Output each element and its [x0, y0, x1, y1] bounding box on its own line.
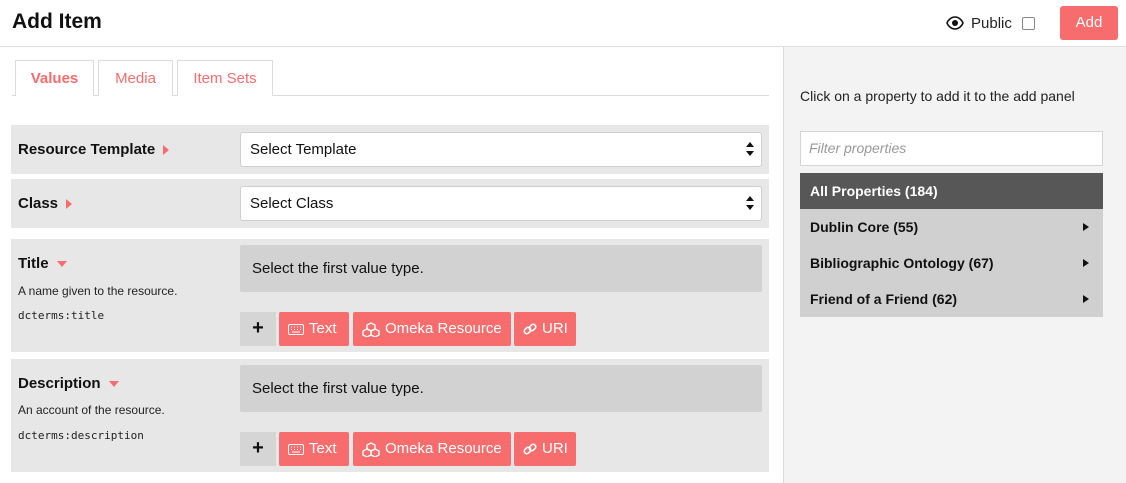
tab-item-sets[interactable]: Item Sets	[177, 60, 273, 96]
resource-template-label: Resource Template	[18, 141, 170, 158]
cubes-icon	[362, 441, 380, 457]
public-toggle[interactable]: Public	[946, 13, 1035, 33]
property-selector-sidebar: Click on a property to add it to the add…	[783, 47, 1126, 483]
section-tabs: Values Media Item Sets	[12, 60, 769, 96]
add-button[interactable]: Add	[1060, 6, 1118, 40]
property-term: dcterms:title	[18, 309, 105, 322]
property-label: Title	[18, 255, 67, 272]
uri-value-button[interactable]: URI	[514, 432, 576, 466]
property-description: A name given to the resource.	[18, 284, 178, 298]
public-label: Public	[971, 14, 1012, 32]
cubes-icon	[362, 321, 380, 337]
class-row: Class Select Class	[11, 179, 769, 228]
caret-right-icon	[1083, 295, 1089, 303]
resource-template-row: Resource Template Select Template	[11, 125, 769, 174]
property-description: An account of the resource.	[18, 403, 165, 417]
property-label: Description	[18, 375, 119, 392]
tab-media[interactable]: Media	[98, 60, 173, 96]
vocab-item-dublin-core[interactable]: Dublin Core (55)	[800, 209, 1103, 245]
property-term: dcterms:description	[18, 429, 144, 442]
public-checkbox[interactable]	[1021, 16, 1035, 30]
tab-values[interactable]: Values	[15, 60, 94, 96]
caret-down-icon[interactable]	[108, 381, 119, 388]
link-icon	[523, 323, 537, 335]
text-value-button[interactable]: Text	[279, 432, 349, 466]
sidebar-help-text: Click on a property to add it to the add…	[800, 88, 1075, 104]
all-properties-item[interactable]: All Properties (184)	[800, 173, 1103, 209]
class-select[interactable]: Select Class	[240, 186, 762, 221]
value-placeholder: Select the first value type.	[240, 365, 762, 412]
property-row-title: Title A name given to the resource. dcte…	[11, 239, 769, 352]
select-arrows-icon	[746, 196, 754, 210]
omeka-resource-button[interactable]: Omeka Resource	[353, 312, 511, 346]
omeka-resource-button[interactable]: Omeka Resource	[353, 432, 511, 466]
keyboard-icon	[288, 323, 304, 335]
caret-right-icon[interactable]	[66, 199, 73, 210]
vocab-item-friend-of-a-friend[interactable]: Friend of a Friend (62)	[800, 281, 1103, 317]
link-icon	[523, 443, 537, 455]
class-label: Class	[18, 195, 73, 212]
caret-right-icon	[1083, 259, 1089, 267]
page-title: Add Item	[12, 10, 102, 33]
caret-down-icon[interactable]	[56, 261, 67, 268]
resource-template-select[interactable]: Select Template	[240, 132, 762, 167]
keyboard-icon	[288, 443, 304, 455]
value-placeholder: Select the first value type.	[240, 245, 762, 292]
eye-icon	[946, 16, 964, 30]
page-header: Add Item Public Add	[0, 0, 1126, 47]
vocab-item-bibliographic-ontology[interactable]: Bibliographic Ontology (67)	[800, 245, 1103, 281]
add-value-button[interactable]: +	[240, 312, 276, 346]
caret-right-icon[interactable]	[163, 145, 170, 156]
caret-right-icon	[1083, 223, 1089, 231]
filter-properties-input[interactable]: Filter properties	[800, 131, 1103, 166]
property-row-description: Description An account of the resource. …	[11, 359, 769, 472]
select-arrows-icon	[746, 142, 754, 156]
uri-value-button[interactable]: URI	[514, 312, 576, 346]
text-value-button[interactable]: Text	[279, 312, 349, 346]
add-value-button[interactable]: +	[240, 432, 276, 466]
